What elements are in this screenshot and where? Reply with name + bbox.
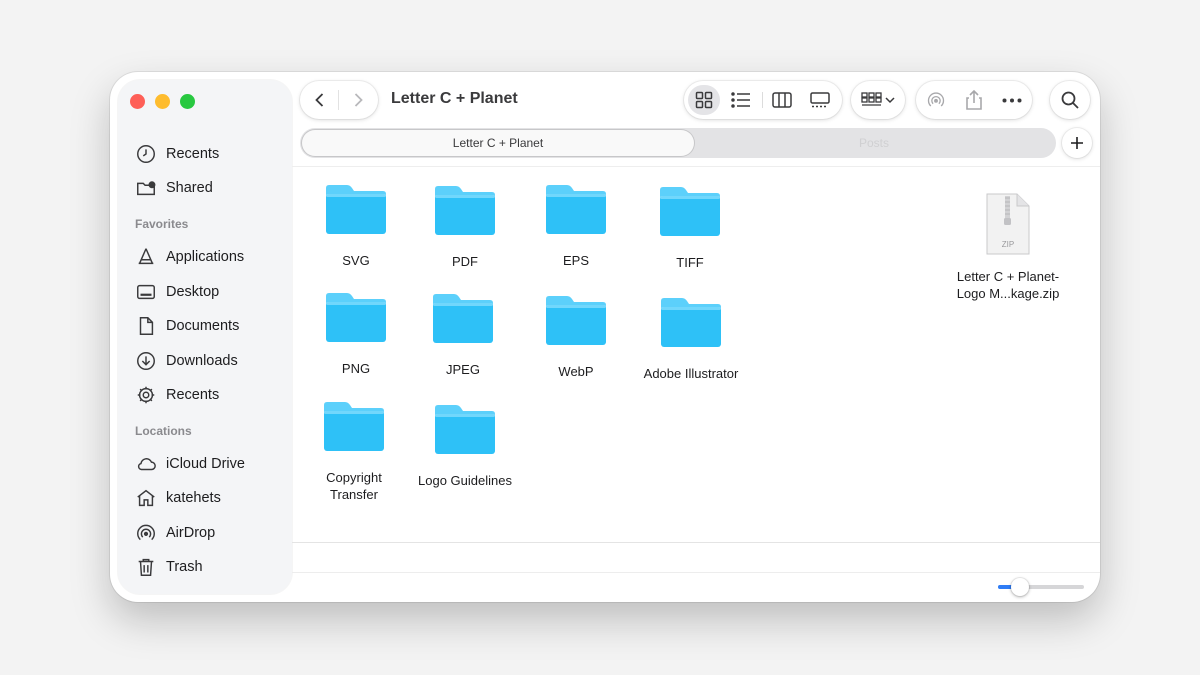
cloud-icon	[137, 458, 156, 471]
folder-icon	[435, 186, 495, 235]
close-button[interactable]	[130, 94, 145, 109]
sidebar-item-airdrop[interactable]: AirDrop	[135, 520, 215, 546]
sidebar-item-documents[interactable]: Documents	[135, 313, 239, 339]
icon-view-button[interactable]	[688, 85, 720, 115]
search-icon	[1061, 91, 1079, 109]
folder-icon	[326, 293, 386, 342]
zoom-button[interactable]	[180, 94, 195, 109]
sidebar-item-shared[interactable]: Shared	[135, 175, 213, 201]
icon-size-slider[interactable]	[998, 578, 1084, 596]
zip-file[interactable]: ZIP Letter C + Planet- Logo M...kage.zip	[943, 192, 1073, 302]
download-icon	[137, 352, 155, 370]
finder-window: Recents Shared Favorites Applications De…	[110, 72, 1100, 602]
list-icon	[731, 92, 750, 108]
folder-logo-guidelines[interactable]: Logo Guidelines	[400, 402, 530, 489]
sidebar-item-applications[interactable]: Applications	[135, 244, 244, 270]
window-title: Letter C + Planet	[391, 90, 518, 107]
window-controls	[130, 94, 195, 109]
folder-jpeg[interactable]: JPEG	[398, 291, 528, 378]
group-button[interactable]	[851, 81, 905, 119]
desktop-icon	[137, 284, 155, 300]
content-divider	[292, 166, 1100, 167]
folder-icon	[661, 298, 721, 347]
favorites-heading: Favorites	[135, 217, 189, 231]
locations-heading: Locations	[135, 424, 192, 438]
view-separator	[762, 92, 763, 108]
gallery-icon	[810, 92, 830, 108]
document-icon	[139, 317, 154, 335]
sidebar-item-trash[interactable]: Trash	[135, 554, 203, 580]
navigation-buttons	[300, 81, 378, 119]
tab-letter-c-planet[interactable]: Letter C + Planet	[302, 130, 694, 156]
folder-icon	[435, 405, 495, 454]
status-bar-divider	[292, 572, 1100, 573]
folder-icon	[433, 294, 493, 343]
folder-icon	[324, 402, 384, 451]
gear-icon	[137, 386, 155, 404]
airdrop-share-icon[interactable]	[926, 90, 946, 110]
folder-adobe-illustrator[interactable]: Adobe Illustrator	[626, 295, 756, 382]
sidebar-item-recents[interactable]: Recents	[135, 141, 219, 167]
nav-separator	[338, 90, 339, 110]
column-view-button[interactable]	[766, 85, 798, 115]
zip-badge: ZIP	[1002, 240, 1014, 249]
sidebar-item-home[interactable]: katehets	[135, 485, 221, 511]
home-icon	[137, 489, 155, 507]
group-grid-icon	[861, 92, 882, 106]
search-button[interactable]	[1050, 81, 1090, 119]
view-switcher	[684, 81, 842, 119]
path-bar-divider	[292, 542, 1100, 543]
zip-archive-icon: ZIP	[986, 193, 1030, 255]
columns-icon	[772, 92, 792, 108]
clock-icon	[137, 145, 155, 163]
sidebar: Recents Shared Favorites Applications De…	[118, 80, 292, 594]
tab-bar: Letter C + Planet Posts	[300, 128, 1056, 158]
trash-icon	[138, 558, 154, 576]
folder-icon	[326, 185, 386, 234]
folder-icon	[546, 296, 606, 345]
chevron-down-icon	[885, 97, 895, 104]
sidebar-item-icloud[interactable]: iCloud Drive	[135, 451, 245, 477]
sidebar-item-downloads[interactable]: Downloads	[135, 348, 238, 374]
back-chevron-icon[interactable]	[310, 90, 330, 110]
sidebar-item-desktop[interactable]: Desktop	[135, 279, 219, 305]
plus-icon	[1071, 137, 1083, 149]
tab-posts[interactable]: Posts	[694, 130, 1054, 156]
slider-knob[interactable]	[1010, 578, 1029, 596]
gallery-view-button[interactable]	[804, 85, 836, 115]
list-view-button[interactable]	[725, 85, 757, 115]
forward-chevron-icon[interactable]	[348, 90, 368, 110]
folder-icon	[660, 187, 720, 236]
airdrop-icon	[137, 524, 155, 541]
folder-tiff[interactable]: TIFF	[625, 184, 755, 271]
sidebar-item-recents-2[interactable]: Recents	[135, 382, 219, 408]
applications-icon	[138, 248, 154, 265]
new-tab-button[interactable]	[1062, 128, 1092, 158]
action-buttons	[916, 81, 1032, 119]
more-icon[interactable]	[1002, 98, 1022, 103]
shared-folder-icon	[137, 181, 156, 196]
grid-icon	[695, 91, 713, 109]
minimize-button[interactable]	[155, 94, 170, 109]
folder-icon	[546, 185, 606, 234]
folder-webp[interactable]: WebP	[511, 293, 641, 380]
share-icon[interactable]	[964, 89, 984, 111]
folder-eps[interactable]: EPS	[511, 182, 641, 269]
